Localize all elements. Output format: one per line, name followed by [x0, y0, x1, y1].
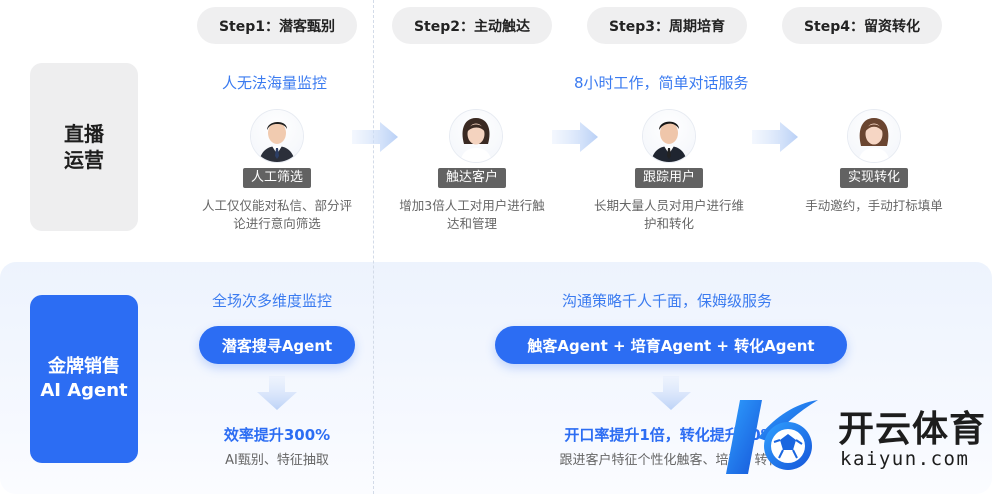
ai-agent-label-box: 金牌销售 AI Agent: [30, 295, 138, 463]
role-tag-tracking: 跟踪用户: [634, 168, 704, 188]
role-tag-conversion: 实现转化: [839, 168, 909, 188]
live-ops-label-box: 直播 运营: [30, 63, 138, 231]
effect-left-sub: AI甄别、特征抽取: [225, 453, 329, 468]
step-4-label: Step4：留资转化: [803, 18, 921, 35]
man-avatar-icon: [251, 110, 303, 162]
live-headline-left: 人无法海量监控: [222, 74, 328, 92]
step-3-label: Step3：周期培育: [608, 18, 726, 35]
watermark-cn-text: 开云体育: [838, 409, 987, 450]
kaiyun-watermark-logo: 开云体育 kaiyun.com: [722, 394, 1002, 480]
role-tag-screening: 人工筛选: [242, 168, 312, 188]
step-4-pill: Step4：留资转化: [782, 7, 942, 44]
flow-arrow-right-icon: [352, 122, 398, 152]
multi-agent-pill: 触客Agent + 培育Agent + 转化Agent: [495, 326, 847, 364]
step-1-pill: Step1：潜客甄别: [197, 7, 357, 44]
ai-agent-line2: AI Agent: [40, 380, 128, 401]
desc-conversion: 手动邀约，手动打标填单: [805, 198, 943, 213]
watermark-en-text: kaiyun.com: [840, 448, 970, 470]
step-2-label: Step2：主动触达: [413, 18, 531, 35]
step-2-pill: Step2：主动触达: [392, 7, 552, 44]
agent-headline-right: 沟通策略千人千面，保姆级服务: [562, 292, 773, 310]
agent-headline-left: 全场次多维度监控: [212, 292, 333, 310]
woman-avatar-icon: [450, 110, 502, 162]
live-headline-right: 8小时工作，简单对话服务: [574, 74, 749, 92]
step-1-label: Step1：潜客甄别: [218, 18, 336, 35]
live-ops-line1: 直播: [64, 122, 104, 146]
live-ops-line2: 运营: [64, 148, 104, 172]
step-3-pill: Step3：周期培育: [587, 7, 747, 44]
man-avatar-icon: [643, 110, 695, 162]
desc-tracking: 长期大量人员对用户进行维护和转化: [594, 198, 745, 231]
flow-arrow-right-icon: [752, 122, 798, 152]
kaiyun-k-ball-icon: [726, 400, 818, 474]
ai-agent-line1: 金牌销售: [48, 356, 120, 377]
woman-avatar-icon: [848, 110, 900, 162]
desc-reach: 增加3倍人工对用户进行触达和管理: [399, 198, 545, 231]
down-arrow-icon: [651, 376, 691, 410]
down-arrow-icon: [257, 376, 297, 410]
role-tag-reach: 触达客户: [437, 168, 507, 188]
column-divider: [373, 0, 374, 494]
flow-arrow-right-icon: [552, 122, 598, 152]
desc-screening: 人工仅仅能对私信、部分评论进行意向筛选: [201, 198, 352, 231]
effect-left-title: 效率提升300%: [223, 426, 331, 444]
prospect-search-agent-pill: 潜客搜寻Agent: [199, 326, 355, 364]
